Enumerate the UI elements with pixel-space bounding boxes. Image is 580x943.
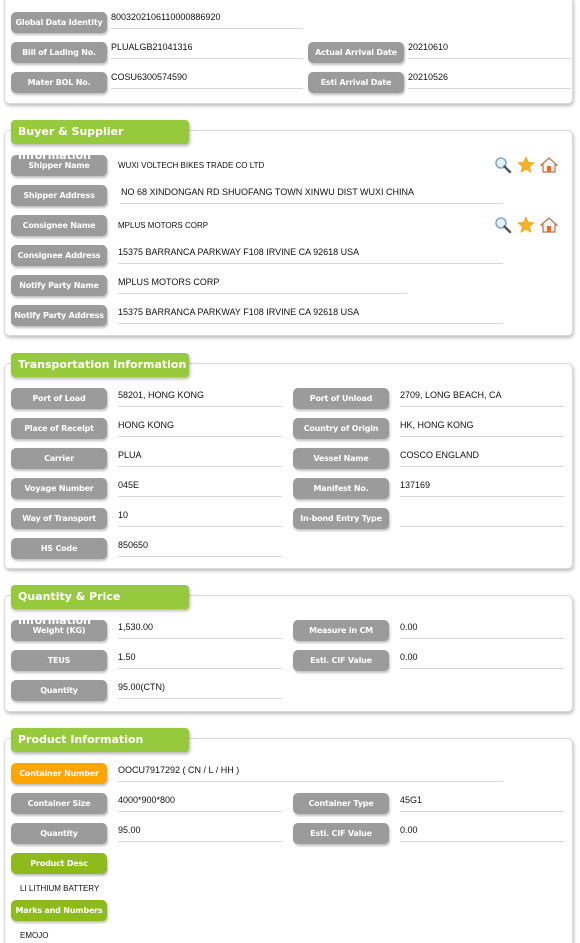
product-quantity-label: Quantity [11,823,107,844]
transportation-section-title: Transportation Information [11,353,189,377]
carrier-label: Carrier [11,448,107,469]
hs-code-label: HS Code [11,538,107,559]
search-icon[interactable] [494,216,512,234]
manifest-no-label: Manifest No. [293,478,389,499]
shipper-address-label: Shipper Address [11,185,107,206]
way-of-transport-value: 10 [118,508,282,527]
carrier-value: PLUA [118,448,282,467]
notify-party-name-label: Notify Party Name [11,275,107,296]
shipper-address-value: NO 68 XINDONGAN RD SHUOFANG TOWN XINWU D… [120,185,503,204]
vessel-name-value: COSCO ENGLAND [400,448,564,467]
bill-of-lading-value: PLUALGB21041316 [111,40,303,59]
transportation-panel: Port of Load 58201, HONG KONG Port of Un… [4,363,573,569]
esti-arrival-date-value: 20210526 [408,70,571,89]
mater-bol-value: COSU6300574590 [111,70,303,89]
product-esti-cif-value: 0.00 [400,823,564,842]
shipper-name-value: WUXI VOLTECH BIKES TRADE CO LTD [118,161,265,170]
actual-arrival-date-value: 20210610 [408,40,571,59]
vessel-name-label: Vessel Name [293,448,389,469]
notify-party-address-value: 15375 BARRANCA PARKWAY F108 IRVINE CA 92… [118,305,503,324]
container-type-label: Container Type [293,793,389,814]
global-data-identity-label: Global Data Identity [11,12,107,33]
hs-code-value: 850650 [118,538,282,557]
port-of-unload-label: Port of Unload [293,388,389,409]
bill-of-lading-label: Bill of Lading No. [11,42,107,63]
container-type-value: 45G1 [400,793,564,812]
notify-party-name-value: MPLUS MOTORS CORP [118,275,407,294]
product-desc-value: LI LITHIUM BATTERY [20,884,100,893]
container-size-value: 4000*900*800 [118,793,282,812]
consignee-actions [494,216,559,234]
esti-cif-value: 0.00 [400,650,564,669]
star-icon[interactable] [517,216,535,234]
consignee-address-value: 15375 BARRANCA PARKWAY F108 IRVINE CA 92… [118,245,503,264]
inbond-entry-type-value [400,508,564,527]
summary-panel: Global Data Identity 8003202106110000886… [4,0,573,104]
container-size-label: Container Size [11,793,107,814]
weight-value: 1,530.00 [118,620,282,639]
manifest-no-value: 137169 [400,478,564,497]
home-icon[interactable] [539,216,559,234]
container-number-value: OOCU7917292 ( CN / L / HH ) [118,763,503,782]
teus-label: TEUS [11,650,107,671]
product-desc-label: Product Desc [11,853,107,874]
consignee-address-label: Consignee Address [11,245,107,266]
product-panel: Container Number OOCU7917292 ( CN / L / … [4,738,573,943]
quantity-label: Quantity [11,680,107,701]
inbond-entry-type-label: In-bond Entry Type [293,508,389,529]
country-of-origin-value: HK, HONG KONG [400,418,564,437]
consignee-name-label: Consignee Name [11,215,107,236]
quantity-price-section-title: Quantity & Price Information [11,585,189,627]
quantity-value: 95.00(CTN) [118,680,282,699]
port-of-load-value: 58201, HONG KONG [118,388,282,407]
voyage-number-label: Voyage Number [11,478,107,499]
product-esti-cif-label: Esti. CIF Value [293,823,389,844]
place-of-receipt-value: HONG KONG [118,418,282,437]
mater-bol-label: Mater BOL No. [11,72,107,93]
esti-arrival-date-label: Esti Arrival Date [308,72,404,93]
buyer-supplier-section-title: Buyer & Supplier Information [11,120,189,162]
teus-value: 1.50 [118,650,282,669]
marks-numbers-value: EMOJO [20,931,49,940]
global-data-identity-value: 800320210611000088692​0 [111,10,303,29]
search-icon[interactable] [494,156,512,174]
country-of-origin-label: Country of Origin [293,418,389,439]
product-section-title: Product Information [11,728,189,752]
place-of-receipt-label: Place of Receipt [11,418,107,439]
measure-label: Measure in CM [293,620,389,641]
star-icon[interactable] [517,156,535,174]
way-of-transport-label: Way of Transport [11,508,107,529]
consignee-name-value: MPLUS MOTORS CORP [118,221,209,230]
product-quantity-value: 95.00 [118,823,282,842]
measure-value: 0.00 [400,620,564,639]
actual-arrival-date-label: Actual Arrival Date [308,42,404,63]
port-of-load-label: Port of Load [11,388,107,409]
marks-numbers-label: Marks and Numbers [11,900,107,921]
container-number-label[interactable]: Container Number [11,763,107,784]
port-of-unload-value: 2709, LONG BEACH, CA [400,388,564,407]
voyage-number-value: 045E [118,478,282,497]
esti-cif-label: Esti. CIF Value [293,650,389,671]
home-icon[interactable] [539,156,559,174]
shipper-actions [494,156,559,174]
notify-party-address-label: Notify Party Address [11,305,107,326]
